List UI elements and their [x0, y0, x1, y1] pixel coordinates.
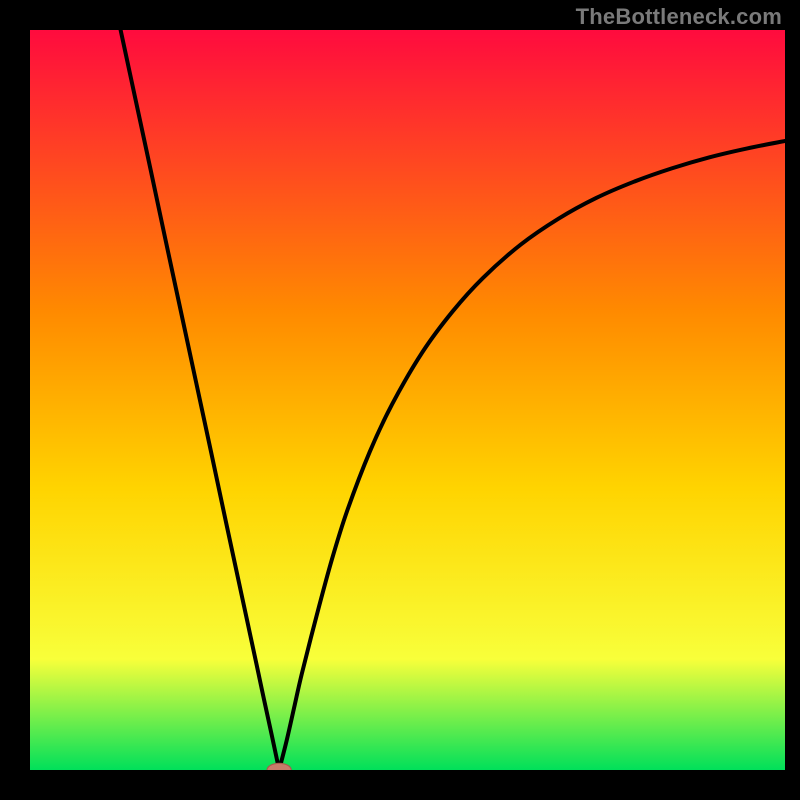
- chart-stage: TheBottleneck.com: [0, 0, 800, 800]
- plot-area: [30, 30, 785, 770]
- optimum-marker: [267, 763, 291, 770]
- curve-layer: [30, 30, 785, 770]
- watermark-text: TheBottleneck.com: [576, 4, 782, 30]
- curve-right-branch: [279, 141, 785, 770]
- curve-left-branch: [121, 30, 280, 770]
